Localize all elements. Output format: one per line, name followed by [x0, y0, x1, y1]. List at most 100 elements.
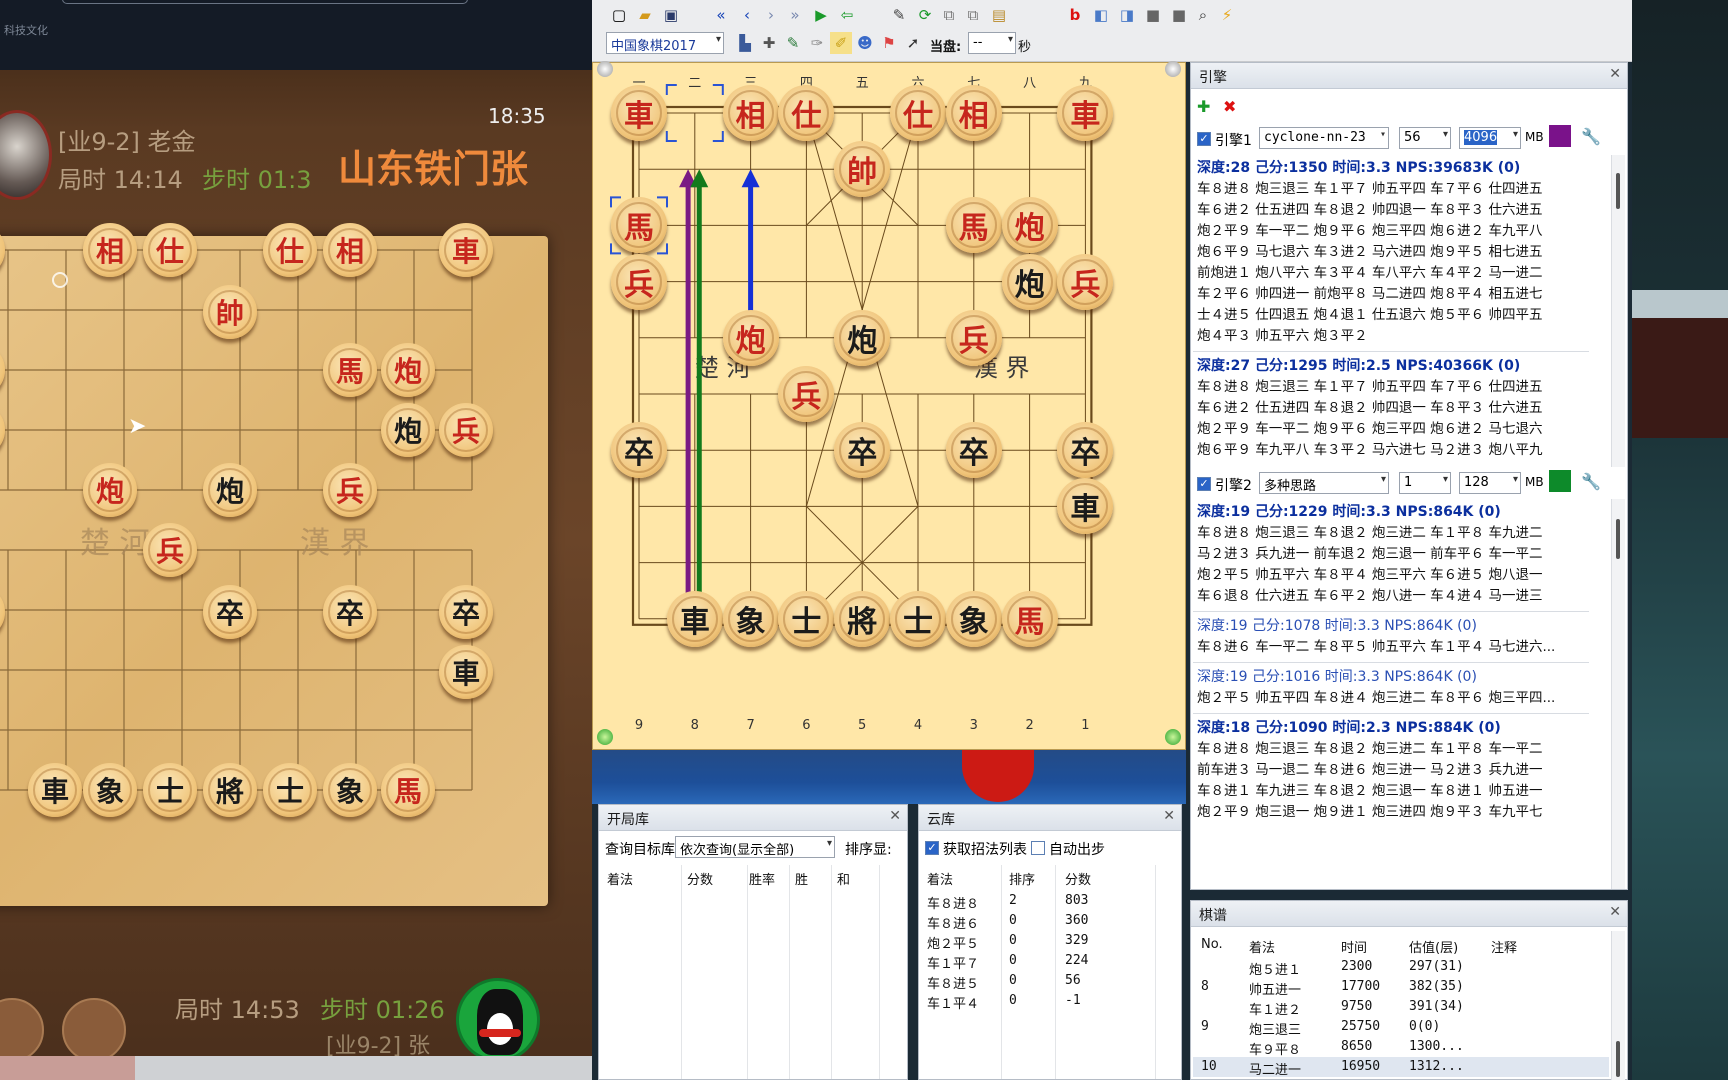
layout4-icon[interactable]: ■: [1168, 4, 1190, 26]
engine2-hash-select[interactable]: 128 ▾: [1459, 472, 1521, 494]
piece-black[interactable]: 象: [945, 590, 1002, 647]
piece-black[interactable]: 卒: [945, 422, 1002, 479]
engine-pv-line: 前炮进１ 炮八平六 车３平４ 车八平六 车４平２ 马一进二: [1197, 265, 1543, 281]
layout2-icon[interactable]: ◨: [1116, 4, 1138, 26]
wrench-icon[interactable]: 🔧: [1581, 127, 1601, 146]
piece-red[interactable]: 仕: [778, 85, 835, 141]
board-canvas[interactable]: 一二三四五六七八九9 8 7 6 5 4 3 2 1 楚 河漢 界: [593, 63, 1187, 751]
game-record-scrollbar[interactable]: [1611, 931, 1625, 1080]
edit-icon[interactable]: ✎: [888, 4, 910, 26]
main-board[interactable]: 一二三四五六七八九987654321 楚 河漢 界 車相仕仕相車帥馬馬炮兵炮兵炮…: [592, 61, 1187, 751]
piece-black[interactable]: 卒: [611, 422, 667, 479]
engine1-enable-checkbox[interactable]: ✓: [1197, 132, 1211, 146]
engine-pv-line: 炮２平９ 车一平二 炮９平６ 炮三平四 炮６进２ 马七退六: [1197, 421, 1543, 437]
piece-red[interactable]: 兵: [1057, 253, 1114, 310]
last-move-icon[interactable]: »: [784, 4, 806, 26]
auto-move-checkbox[interactable]: [1031, 841, 1045, 855]
piece-black[interactable]: 卒: [834, 422, 891, 479]
layout1-icon[interactable]: ◧: [1090, 4, 1112, 26]
pen-icon[interactable]: ✑: [806, 32, 828, 54]
engine2-threads-select[interactable]: 1 ▾: [1399, 472, 1451, 494]
piece-red[interactable]: 帥: [834, 141, 891, 198]
opening-book-title: 开局库 ✕: [599, 805, 907, 831]
play-icon[interactable]: ▶: [810, 4, 832, 26]
piece-red[interactable]: 炮: [722, 309, 779, 366]
game-record-scroll-thumb[interactable]: [1616, 1041, 1620, 1077]
fetch-moves-checkbox[interactable]: ✓: [925, 841, 939, 855]
add-engine-icon[interactable]: ✚: [1197, 97, 1217, 117]
close-icon[interactable]: ✕: [1163, 808, 1175, 824]
piece-black[interactable]: 士: [890, 590, 946, 647]
piece-red[interactable]: 炮: [1001, 197, 1058, 254]
auto-move-label: 自动出步: [1049, 842, 1105, 858]
piece-red[interactable]: 車: [1057, 85, 1114, 141]
user-icon[interactable]: ☻: [854, 32, 876, 54]
highlight-icon[interactable]: ✐: [830, 32, 852, 54]
paste-icon[interactable]: ▤: [988, 4, 1010, 26]
first-move-icon[interactable]: «: [710, 4, 732, 26]
red-b-icon[interactable]: b: [1064, 4, 1086, 26]
piece-black[interactable]: 車: [666, 590, 723, 647]
close-icon[interactable]: ✕: [889, 808, 901, 824]
stream-up-button[interactable]: [0, 998, 44, 1062]
engine1-scroll-thumb[interactable]: [1616, 173, 1620, 209]
query-mode-select[interactable]: 依次查询(显示全部) ▾: [675, 836, 835, 858]
save-icon[interactable]: ▣: [660, 4, 682, 26]
engine2-color-swatch[interactable]: [1549, 470, 1571, 492]
close-icon[interactable]: ✕: [1609, 904, 1621, 920]
piece-black[interactable]: 炮: [1001, 253, 1058, 310]
engine-arrow-head: [690, 169, 709, 188]
prev-move-icon[interactable]: ‹: [736, 4, 758, 26]
new-file-icon[interactable]: ▢: [608, 4, 630, 26]
lightning-icon[interactable]: ⚡: [1216, 4, 1238, 26]
time-select-value: --: [973, 35, 983, 50]
piece-black[interactable]: 炮: [834, 309, 891, 366]
back-icon[interactable]: ⇦: [836, 4, 858, 26]
engine2-select[interactable]: 多种思路 ▾: [1259, 472, 1389, 494]
engine2-scroll-thumb[interactable]: [1616, 519, 1620, 559]
layout3-icon[interactable]: ■: [1142, 4, 1164, 26]
arrow-tool-icon[interactable]: ➚: [902, 32, 924, 54]
copy2-icon[interactable]: ⧉: [962, 4, 984, 26]
piece-red[interactable]: 車: [611, 85, 667, 141]
engine1-scrollbar[interactable]: [1611, 155, 1625, 467]
top-player-label: 山东铁门张: [338, 147, 529, 191]
cloud-rank: 0: [1009, 933, 1017, 948]
copy-icon[interactable]: ⧉: [938, 4, 960, 26]
col-divider: [789, 865, 790, 1079]
piece-black[interactable]: 象: [722, 590, 779, 647]
flag-icon[interactable]: ⚑: [878, 32, 900, 54]
remove-engine-icon[interactable]: ✖: [1223, 97, 1243, 117]
stream-piece-red: 馬: [381, 763, 435, 817]
piece-red[interactable]: 兵: [778, 366, 835, 422]
col-divider: [747, 865, 748, 1079]
piece-red[interactable]: 兵: [945, 309, 1002, 366]
refresh-icon[interactable]: ⟳: [914, 4, 936, 26]
engine1-hash-select[interactable]: 4096 ▾: [1459, 127, 1521, 149]
next-move-icon[interactable]: ›: [760, 4, 782, 26]
time-select[interactable]: -- ▾: [968, 32, 1016, 54]
piece-red[interactable]: 馬: [611, 197, 667, 254]
wrench-icon[interactable]: 🔧: [1581, 472, 1601, 491]
engine1-color-swatch[interactable]: [1549, 125, 1571, 147]
piece-black[interactable]: 士: [778, 590, 835, 647]
stream-chat-button[interactable]: [62, 998, 126, 1062]
engine1-select[interactable]: cyclone-nn-23 ▾: [1259, 127, 1389, 149]
piece-red[interactable]: 兵: [611, 253, 667, 310]
open-folder-icon[interactable]: ▰: [634, 4, 656, 26]
piece-black[interactable]: 將: [834, 590, 891, 647]
piece-red[interactable]: 馬: [1001, 590, 1058, 647]
search-icon[interactable]: ⌕: [1192, 4, 1214, 26]
engine2-scrollbar[interactable]: [1611, 499, 1625, 889]
plus-icon[interactable]: ✚: [758, 32, 780, 54]
piece-red[interactable]: 相: [945, 85, 1002, 141]
piece-red[interactable]: 馬: [945, 197, 1002, 254]
note-icon[interactable]: ✎: [782, 32, 804, 54]
piece-red[interactable]: 仕: [890, 85, 946, 141]
piece-red[interactable]: 相: [722, 85, 779, 141]
engine1-threads-select[interactable]: 56 ▾: [1399, 127, 1451, 149]
board-tool-icon[interactable]: ▙: [734, 32, 756, 54]
engine2-enable-checkbox[interactable]: ✓: [1197, 477, 1211, 491]
close-icon[interactable]: ✕: [1609, 66, 1621, 82]
variant-select[interactable]: 中国象棋2017 ▾: [606, 32, 724, 54]
